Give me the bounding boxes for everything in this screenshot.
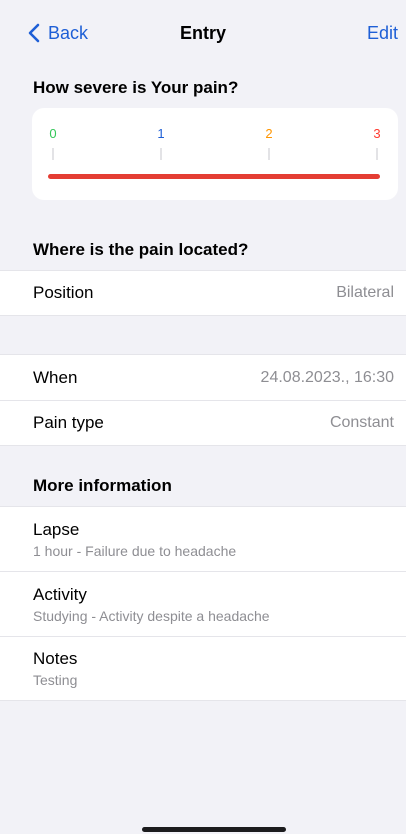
pain-type-value: Constant [329,414,394,431]
notes-subtitle: Testing [33,672,78,688]
severity-tick-label: 2 [265,126,273,141]
more-info-header: More information [33,476,172,495]
pain-type-label: Pain type [33,413,104,432]
notes-title: Notes [33,649,78,668]
position-value: Bilateral [336,284,394,301]
when-label: When [33,367,78,387]
section-spacer [0,316,406,354]
position-row[interactable]: Position Bilateral [0,270,406,316]
severity-tick-mark [376,148,378,160]
lapse-subtitle: 1 hour - Failure due to headache [33,542,237,559]
activity-title: Activity [33,584,87,604]
navigation-bar: Back Entry Edit [0,0,406,66]
list-item-activity[interactable]: Activity Studying - Activity despite a h… [0,571,406,636]
severity-tick-mark [160,148,162,160]
severity-tick-label: 3 [373,126,381,141]
severity-scale: 0 1 2 3 [32,108,398,200]
entry-screen: Back Entry Edit How severe is Your pain?… [0,0,406,834]
severity-tick-mark [268,148,270,160]
home-indicator[interactable] [142,827,286,832]
chevron-left-icon [26,23,42,43]
severity-question: How severe is Your pain? [33,78,239,97]
activity-subtitle: Studying - Activity despite a headache [33,607,270,624]
location-header: Where is the pain located? [33,240,249,259]
list-item-lapse[interactable]: Lapse 1 hour - Failure due to headache [0,506,406,571]
position-label: Position [33,283,94,302]
lapse-title: Lapse [33,519,80,539]
when-value: 24.08.2023., 16:30 [260,368,394,386]
severity-tick-label: 0 [49,126,57,141]
back-button[interactable]: Back [26,23,88,44]
severity-level-bar [48,174,380,179]
severity-tick-mark [52,148,54,160]
list-item-notes[interactable]: Notes Testing [0,636,406,701]
severity-tick-label: 1 [157,126,165,141]
edit-button[interactable]: Edit [367,23,400,44]
pain-type-row[interactable]: Pain type Constant [0,400,406,446]
when-row[interactable]: When 24.08.2023., 16:30 [0,354,406,400]
back-label: Back [48,22,89,43]
